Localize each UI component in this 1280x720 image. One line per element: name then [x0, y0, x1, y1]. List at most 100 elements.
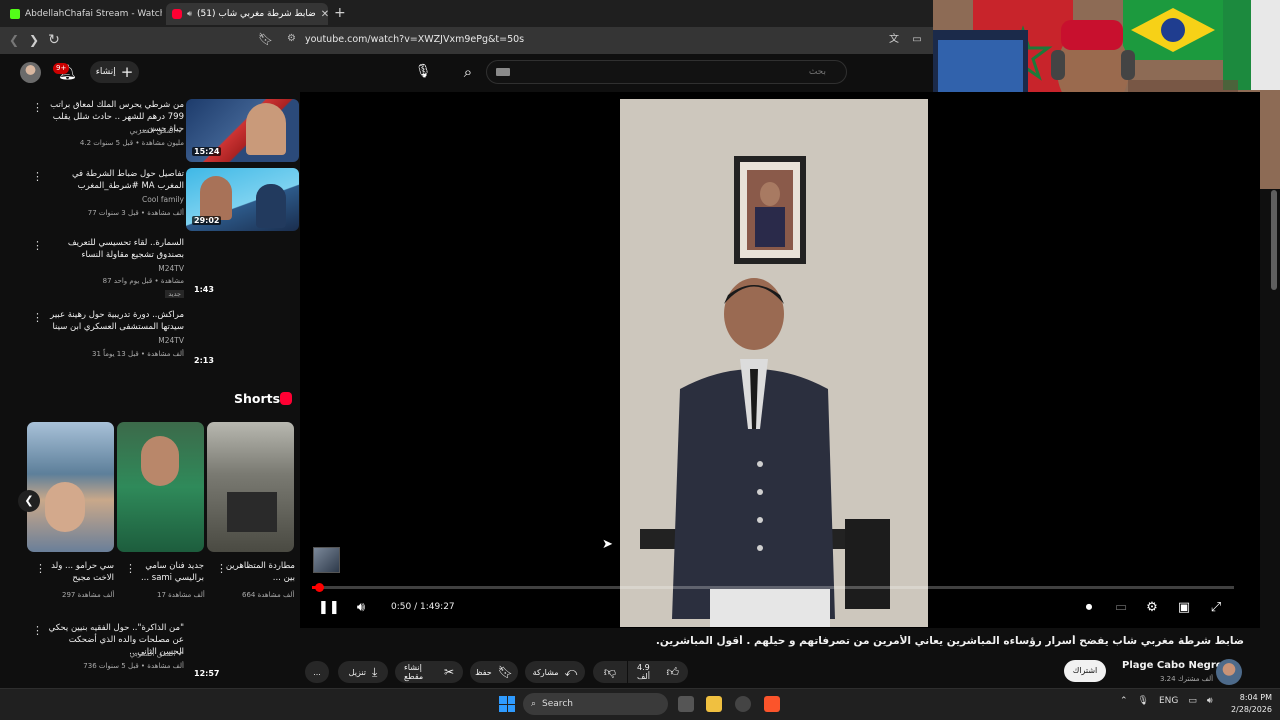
system-tray: ⌃ 🎙︎ ENG ▭ 🔊︎	[1120, 696, 1213, 706]
more-options-icon[interactable]: ⋮	[32, 101, 43, 114]
video-frame[interactable]	[620, 99, 928, 627]
tab-youtube-video[interactable]: 🔊︎ (51) ضابط شرطة مغربي شاب ✕	[166, 3, 328, 25]
video-meta: 87 مشاهدة • قبل يوم واحد	[102, 277, 184, 285]
download-icon: ⤓	[372, 664, 378, 679]
page-scrollbar[interactable]	[1271, 190, 1277, 290]
language-indicator[interactable]: ENG	[1159, 696, 1178, 706]
subscribe-button[interactable]: اشتراك	[1064, 660, 1106, 682]
task-view-icon[interactable]	[678, 696, 694, 712]
short-thumbnail[interactable]	[27, 422, 114, 552]
keyboard-icon[interactable]	[496, 68, 510, 76]
channel-name[interactable]: المعق المغربي ✔︎	[130, 649, 184, 658]
forward-arrow-icon[interactable]: ❯	[26, 32, 42, 48]
search-icon[interactable]: ⌕	[455, 61, 481, 83]
progress-bar[interactable]	[312, 586, 1234, 589]
plus-icon: +	[120, 62, 134, 81]
windows-start-icon[interactable]	[499, 696, 515, 712]
channel-name[interactable]: Cool family	[142, 195, 184, 204]
more-options-icon[interactable]: ⋮	[32, 170, 43, 183]
more-options-icon[interactable]: ⋮	[32, 624, 43, 637]
network-icon[interactable]: ▭	[1188, 696, 1197, 706]
channel-name[interactable]: M24TV	[158, 264, 184, 273]
volume-icon[interactable]: 🔊︎	[1207, 696, 1213, 706]
more-options-icon[interactable]: ⋮	[32, 239, 43, 252]
more-options-icon[interactable]: ⋮	[125, 562, 136, 575]
video-title-main: ضابط شرطة مغربي شاب يفضح أسرار رؤساءه ال…	[655, 635, 1244, 647]
channel-name-main[interactable]: Plage Cabo Negro	[1122, 660, 1223, 671]
list-item[interactable]: ⋮ "من الذاكرة".. حول الفقيه بنيين يحكي ع…	[4, 622, 304, 688]
short-title[interactable]: جديد فنان سامي براليسي sami ...	[134, 560, 204, 584]
app-icon[interactable]	[735, 696, 751, 712]
thumbnail-person	[45, 482, 85, 532]
chevron-up-icon[interactable]: ⌃	[1120, 696, 1128, 706]
list-item[interactable]: ⋮ مراكش.. دورة تدريبية حول رهينة عبير سي…	[4, 309, 304, 375]
file-explorer-icon[interactable]	[706, 696, 722, 712]
channel-subscriber-count: 3.24 ألف مشترك	[1160, 675, 1214, 683]
list-item[interactable]: ⋮ تفاصيل حول ضباط الشرطة في المغرب MA #ش…	[4, 168, 304, 234]
video-title[interactable]: تفاصيل حول ضباط الشرطة في المغرب MA #شرط…	[44, 168, 184, 192]
cast-icon[interactable]: ▭	[909, 32, 925, 48]
reload-icon[interactable]: ↻	[46, 32, 62, 48]
short-title[interactable]: سي حرامو ... ولد الاخت مجيح	[44, 560, 114, 584]
bookmark-icon[interactable]: 🔖︎	[258, 32, 273, 46]
time-display: 0:50 / 1:49:27	[391, 602, 455, 612]
channel-name[interactable]: M24TV	[158, 336, 184, 345]
download-button[interactable]: تنزيل ⤓	[338, 661, 388, 683]
list-item[interactable]: ⋮ من شرطي يحرس الملك لمعاق براتب 799 دره…	[4, 99, 304, 165]
progress-scrubber-handle[interactable]	[315, 583, 324, 592]
video-meta: 4.2 مليون مشاهدة • قبل 5 سنوات	[79, 139, 184, 147]
short-thumbnail[interactable]	[117, 422, 204, 552]
shorts-prev-arrow-icon[interactable]: ❮	[18, 490, 40, 512]
voice-search-mic-icon[interactable]: 🎙︎	[412, 61, 434, 83]
create-button[interactable]: إنشاء +	[90, 61, 139, 83]
search-icon: ⌕	[531, 699, 537, 709]
more-options-icon[interactable]: ⋮	[32, 311, 43, 324]
video-title[interactable]: مراكش.. دورة تدريبية حول رهينة عبير سيدت…	[44, 309, 184, 333]
video-duration: 12:57	[194, 669, 220, 678]
subtitles-icon[interactable]: ▭	[1112, 599, 1130, 617]
save-button[interactable]: حفظ 🔖︎	[470, 661, 518, 683]
brave-browser-icon[interactable]	[764, 696, 780, 712]
channel-avatar[interactable]	[1216, 659, 1242, 685]
close-icon[interactable]: ✕	[321, 9, 328, 20]
shorts-heading: Shorts	[234, 391, 281, 406]
tab-abdellah-stream[interactable]: AbdellahChafai Stream - Watch Live :	[4, 3, 162, 25]
video-content-image	[620, 99, 928, 627]
create-label: إنشاء	[95, 67, 116, 77]
short-views: 297 ألف مشاهدة	[62, 591, 115, 599]
youtube-favicon-icon	[172, 9, 182, 19]
settings-gear-icon[interactable]: ⚙︎	[1143, 599, 1161, 617]
more-options-icon[interactable]: ⋮	[216, 562, 227, 575]
short-thumbnail[interactable]	[207, 422, 294, 552]
taskbar-search[interactable]: ⌕ Search	[523, 693, 668, 715]
site-info-icon[interactable]: ⚙︎	[287, 33, 296, 44]
microphone-icon[interactable]: 🎙︎	[1138, 696, 1149, 706]
back-arrow-icon[interactable]: ❮	[6, 32, 22, 48]
list-item[interactable]: ⋮ السمارة.. لقاء تحسيسي للتعريف بصندوق ت…	[4, 237, 304, 303]
translate-icon[interactable]: 文	[886, 32, 902, 48]
fullscreen-icon[interactable]: ⤢	[1207, 599, 1225, 617]
clock-time: 8:04 PM	[1239, 693, 1272, 702]
account-avatar[interactable]	[20, 62, 41, 83]
video-title[interactable]: السمارة.. لقاء تحسيسي للتعريف بصندوق تشج…	[44, 237, 184, 261]
dislike-button[interactable]: 👎︎	[593, 661, 627, 683]
like-button[interactable]: 4.9 ألف 👍︎	[628, 661, 688, 683]
autoplay-toggle-icon[interactable]: ⏺︎	[1078, 599, 1100, 617]
short-title[interactable]: مطاردة المتظاهرين بين ...	[225, 560, 295, 584]
bookmark-icon: 🔖︎	[497, 665, 513, 679]
video-meta: 77 ألف مشاهدة • قبل 3 سنوات	[87, 209, 184, 217]
pause-icon[interactable]: ❚❚	[318, 599, 340, 617]
speaker-icon[interactable]: 🔊︎	[187, 9, 192, 19]
more-options-icon[interactable]: ⋮	[35, 562, 46, 575]
taskbar-clock[interactable]: 8:04 PM 2/28/2026	[1222, 692, 1272, 716]
more-actions-button[interactable]: ...	[305, 661, 329, 683]
search-input[interactable]	[486, 60, 847, 84]
volume-icon[interactable]: 🔊︎	[352, 599, 370, 617]
storyboard-preview	[313, 547, 340, 573]
share-button[interactable]: مشاركة ⤺	[525, 661, 585, 683]
url-field[interactable]: youtube.com/watch?v=XWZJVxm9ePg&t=50s	[305, 34, 524, 45]
theater-mode-icon[interactable]: ▣	[1175, 599, 1193, 617]
channel-name[interactable]: المعق المغربي ✔︎	[130, 126, 184, 135]
clip-button[interactable]: إنشاء مقطع ✂︎	[395, 661, 463, 683]
new-tab-button[interactable]: +	[334, 5, 346, 21]
